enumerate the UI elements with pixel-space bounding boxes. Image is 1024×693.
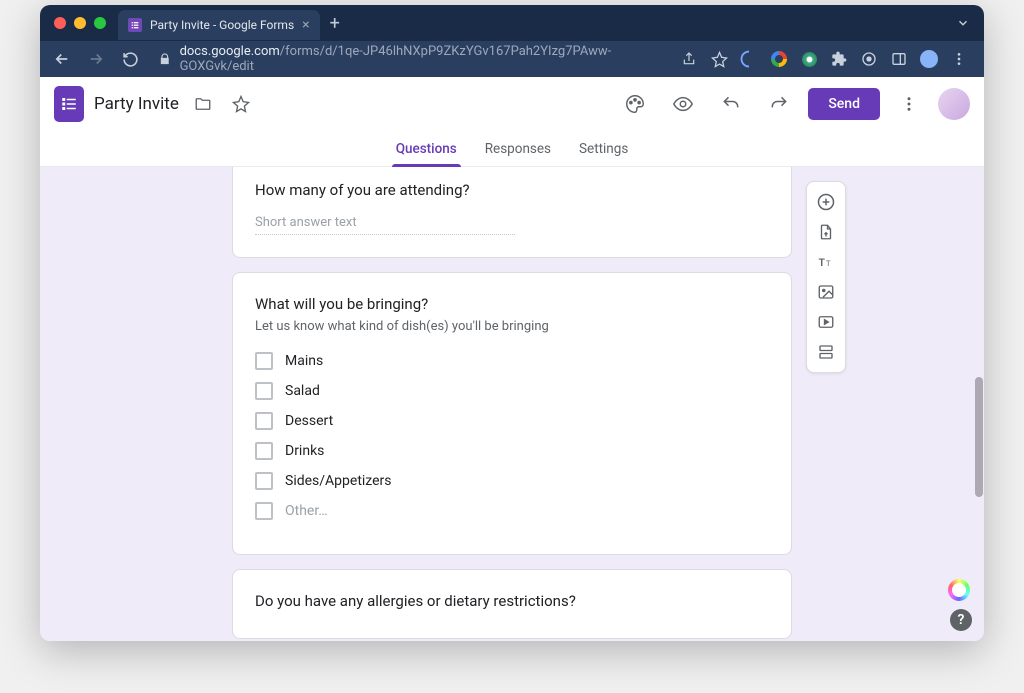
tab-title: Party Invite - Google Forms	[150, 18, 294, 32]
option-label[interactable]: Sides/Appetizers	[285, 473, 392, 489]
browser-tab[interactable]: Party Invite - Google Forms ×	[118, 10, 320, 40]
checkbox-icon	[255, 472, 273, 490]
forward-button[interactable]	[82, 45, 110, 73]
ai-assistant-icon[interactable]	[948, 579, 970, 601]
url-host: docs.google.com/forms/d/1qe-JP46lhNXpP9Z…	[180, 44, 670, 74]
checkbox-option-other[interactable]: Other…	[255, 502, 769, 520]
checkbox-icon	[255, 382, 273, 400]
checkbox-option[interactable]: Sides/Appetizers	[255, 472, 769, 490]
tab-settings[interactable]: Settings	[579, 131, 628, 167]
send-button[interactable]: Send	[808, 88, 880, 120]
checkbox-option[interactable]: Salad	[255, 382, 769, 400]
option-label[interactable]: Dessert	[285, 413, 333, 429]
preview-icon[interactable]	[664, 85, 702, 123]
extension-icon-2[interactable]	[766, 46, 792, 72]
floating-toolbar: TT	[806, 181, 846, 373]
checkbox-option[interactable]: Drinks	[255, 442, 769, 460]
add-image-button[interactable]	[808, 278, 844, 306]
forms-favicon-icon	[128, 18, 142, 32]
tab-responses[interactable]: Responses	[485, 131, 551, 167]
question-title[interactable]: What will you be bringing?	[255, 295, 769, 313]
customize-theme-icon[interactable]	[616, 85, 654, 123]
url-bar-actions	[676, 46, 976, 72]
forms-header: Party Invite Send	[40, 77, 984, 131]
forms-logo-icon[interactable]	[54, 86, 84, 122]
redo-icon[interactable]	[760, 85, 798, 123]
extension-icon-4[interactable]	[856, 46, 882, 72]
question-card[interactable]: What will you be bringing? Let us know w…	[232, 272, 792, 555]
star-icon[interactable]	[227, 90, 255, 118]
scrollbar-thumb[interactable]	[975, 377, 983, 497]
add-section-button[interactable]	[808, 338, 844, 366]
checkbox-icon	[255, 352, 273, 370]
option-label-other[interactable]: Other…	[285, 503, 328, 519]
checkbox-icon	[255, 412, 273, 430]
side-panel-icon[interactable]	[886, 46, 912, 72]
close-window-button[interactable]	[54, 17, 66, 29]
question-card[interactable]: How many of you are attending? Short ans…	[232, 167, 792, 258]
reload-button[interactable]	[116, 45, 144, 73]
checkbox-option[interactable]: Mains	[255, 352, 769, 370]
question-card[interactable]: Do you have any allergies or dietary res…	[232, 569, 792, 639]
url-bar: docs.google.com/forms/d/1qe-JP46lhNXpP9Z…	[40, 41, 984, 77]
browser-window: Party Invite - Google Forms × + docs.goo…	[40, 5, 984, 641]
short-answer-placeholder: Short answer text	[255, 215, 515, 235]
import-questions-button[interactable]	[808, 218, 844, 246]
add-video-button[interactable]	[808, 308, 844, 336]
share-icon[interactable]	[676, 46, 702, 72]
svg-text:T: T	[826, 259, 831, 268]
minimize-window-button[interactable]	[74, 17, 86, 29]
help-icon[interactable]: ?	[950, 609, 972, 631]
star-bookmark-icon[interactable]	[706, 46, 732, 72]
option-label[interactable]: Salad	[285, 383, 320, 399]
account-avatar[interactable]	[938, 88, 970, 120]
svg-text:T: T	[819, 256, 826, 269]
lock-icon	[158, 52, 172, 66]
tab-overflow-icon[interactable]	[956, 16, 976, 30]
undo-icon[interactable]	[712, 85, 750, 123]
window-controls	[48, 17, 118, 29]
more-options-icon[interactable]	[890, 85, 928, 123]
address-bar[interactable]: docs.google.com/forms/d/1qe-JP46lhNXpP9Z…	[150, 44, 670, 74]
add-title-button[interactable]: TT	[808, 248, 844, 276]
new-tab-button[interactable]: +	[320, 13, 350, 34]
editor-canvas: How many of you are attending? Short ans…	[40, 167, 984, 641]
extension-icon-1[interactable]	[736, 46, 762, 72]
tab-questions[interactable]: Questions	[396, 131, 457, 167]
back-button[interactable]	[48, 45, 76, 73]
checkbox-icon	[255, 442, 273, 460]
checkbox-option[interactable]: Dessert	[255, 412, 769, 430]
questions-column: How many of you are attending? Short ans…	[232, 167, 792, 641]
extensions-puzzle-icon[interactable]	[826, 46, 852, 72]
checkbox-icon	[255, 502, 273, 520]
document-title[interactable]: Party Invite	[94, 94, 179, 114]
browser-menu-icon[interactable]	[946, 46, 972, 72]
option-label[interactable]: Drinks	[285, 443, 324, 459]
question-title[interactable]: How many of you are attending?	[255, 181, 769, 199]
extension-icon-3[interactable]	[796, 46, 822, 72]
close-tab-icon[interactable]: ×	[302, 17, 309, 33]
forms-tablist: Questions Responses Settings	[40, 131, 984, 167]
add-question-button[interactable]	[808, 188, 844, 216]
question-title[interactable]: Do you have any allergies or dietary res…	[255, 592, 769, 610]
move-folder-icon[interactable]	[189, 90, 217, 118]
tab-strip: Party Invite - Google Forms × +	[40, 5, 984, 41]
question-description[interactable]: Let us know what kind of dish(es) you'll…	[255, 319, 769, 334]
option-label[interactable]: Mains	[285, 353, 323, 369]
profile-icon[interactable]	[916, 46, 942, 72]
maximize-window-button[interactable]	[94, 17, 106, 29]
